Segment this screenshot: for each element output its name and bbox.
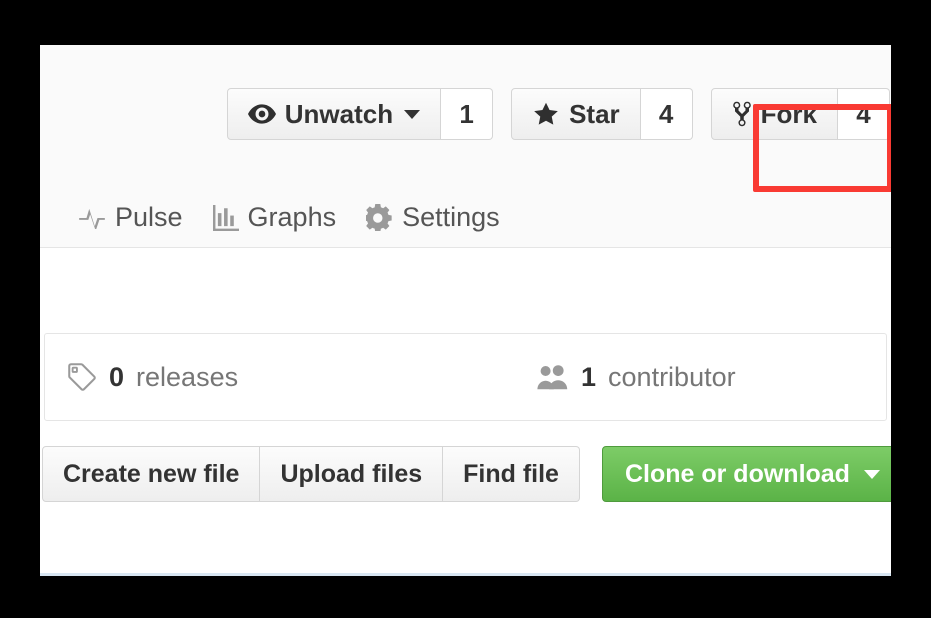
- tab-settings[interactable]: Settings: [366, 194, 530, 241]
- bottom-divider: [40, 573, 891, 576]
- unwatch-button[interactable]: Unwatch: [226, 88, 442, 140]
- pulse-icon: [78, 207, 106, 229]
- screenshot-root: Unwatch 1 Star 4 Fork 4 Pulse Graphs Set…: [0, 0, 931, 618]
- tab-graphs[interactable]: Graphs: [212, 194, 367, 241]
- fork-count[interactable]: 4: [838, 88, 890, 140]
- graph-icon: [212, 204, 239, 231]
- clone-or-download-button[interactable]: Clone or download: [601, 446, 891, 502]
- find-file-button[interactable]: Find file: [443, 446, 580, 502]
- numbers-summary-wrapper: 0 releases 1 contributor: [40, 333, 891, 421]
- star-button-group: Star 4: [511, 88, 693, 140]
- tab-pulse-label: Pulse: [115, 202, 183, 232]
- upload-files-button[interactable]: Upload files: [260, 446, 444, 502]
- contributors-label: contributor: [608, 361, 736, 392]
- contributors-summary-item[interactable]: 1 contributor: [515, 334, 758, 420]
- gear-icon: [366, 204, 393, 231]
- repository-page: Unwatch 1 Star 4 Fork 4 Pulse Graphs Set…: [40, 45, 891, 576]
- watcher-count[interactable]: 1: [441, 88, 494, 140]
- star-button-label: Star: [569, 99, 620, 129]
- watch-button-group: Unwatch 1: [226, 88, 494, 140]
- tag-icon: [67, 362, 97, 392]
- star-button[interactable]: Star: [511, 88, 641, 140]
- fork-button-group: Fork 4: [710, 88, 890, 140]
- repository-content-placeholder: [40, 248, 891, 333]
- contributors-count: 1: [581, 361, 597, 392]
- eye-icon: [247, 104, 276, 124]
- repo-forked-icon: [732, 100, 752, 128]
- repository-header: Unwatch 1 Star 4 Fork 4 Pulse Graphs Set…: [40, 45, 891, 248]
- releases-label: releases: [136, 361, 239, 392]
- repository-body: 0 releases 1 contributor Create new file…: [40, 248, 891, 576]
- chevron-down-icon: [863, 469, 880, 479]
- unwatch-button-label: Unwatch: [284, 99, 394, 129]
- numbers-summary: 0 releases 1 contributor: [44, 333, 887, 421]
- create-new-file-button[interactable]: Create new file: [42, 446, 261, 502]
- fork-button-label: Fork: [760, 99, 817, 129]
- organization-icon: [537, 364, 569, 390]
- tab-pulse[interactable]: Pulse: [78, 194, 213, 241]
- chevron-down-icon: [404, 109, 421, 119]
- clone-or-download-label: Clone or download: [624, 459, 850, 488]
- tab-graphs-label: Graphs: [247, 202, 337, 232]
- file-navigation: Create new file Upload files Find file C…: [40, 421, 891, 502]
- repository-nav: Pulse Graphs Settings: [78, 194, 530, 241]
- star-icon: [532, 101, 560, 128]
- tab-settings-label: Settings: [402, 202, 500, 232]
- file-action-button-group: Create new file Upload files Find file: [42, 446, 580, 502]
- pagehead-actions: Unwatch 1 Star 4 Fork 4: [226, 88, 890, 140]
- star-count[interactable]: 4: [640, 88, 693, 140]
- releases-summary-item[interactable]: 0 releases: [45, 334, 515, 420]
- fork-button[interactable]: Fork: [710, 88, 838, 140]
- releases-count: 0: [109, 361, 125, 392]
